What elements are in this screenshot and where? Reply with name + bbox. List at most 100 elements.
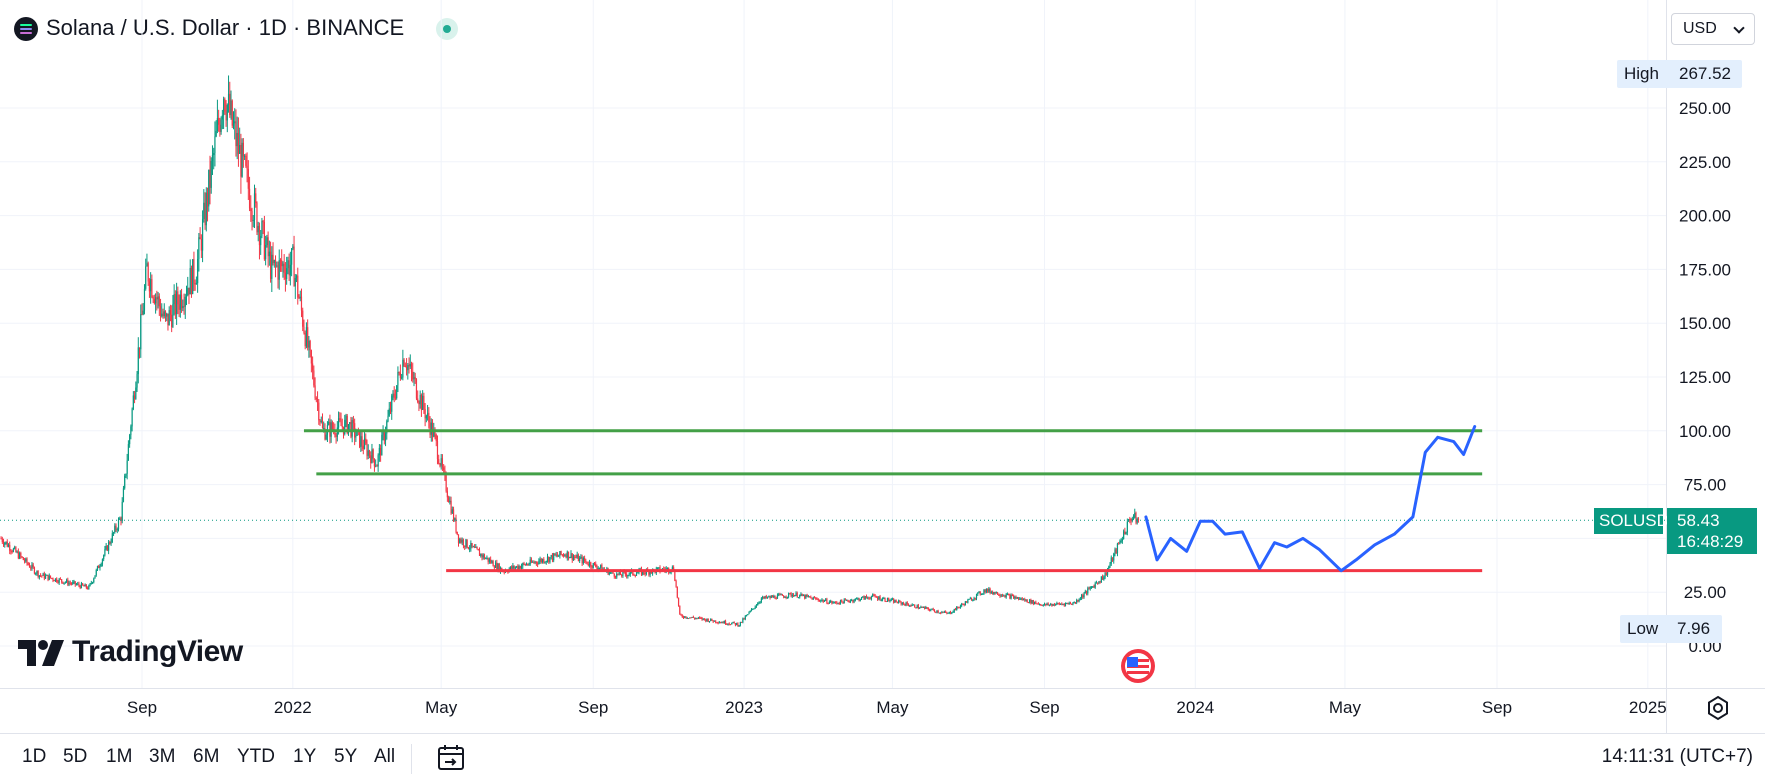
goto-date-icon[interactable] [436,743,466,773]
candle-body [567,551,570,559]
candle-body [917,605,920,609]
candle-body [1058,603,1060,605]
candle-body [414,377,416,380]
candle-body [9,544,11,551]
candle-body [476,546,478,550]
candle-body [22,557,24,561]
candle-body [711,618,713,621]
candle-body [700,617,702,619]
candle-body [938,612,941,614]
candle-body [101,559,104,565]
candle-body [486,557,488,559]
range-ytd-button[interactable]: YTD [237,746,275,768]
candle-body [303,326,305,333]
clock[interactable]: 14:11:31 (UTC+7) [1602,746,1753,768]
candle-body [644,573,646,575]
candle-body [783,595,785,598]
candle-body [485,558,487,560]
candle-body [288,260,290,276]
candle-body [352,420,355,424]
range-6m-button[interactable]: 6M [193,746,219,768]
candle-body [387,415,389,422]
grid [0,0,1765,733]
candle-body [227,93,230,105]
candle-body [585,561,587,563]
candle-body [786,596,788,598]
range-1m-button[interactable]: 1M [106,746,132,768]
candle-body [1032,600,1034,605]
candle-body [188,287,190,295]
candle-body [682,616,685,618]
us-flag-event-icon[interactable] [1120,648,1156,684]
candle-body [388,408,390,416]
candle-body [586,561,588,565]
candle-body [993,591,995,594]
candle-body [795,592,797,596]
candle-body [417,398,419,403]
candle-body [340,420,342,427]
candle-body [548,556,550,562]
candle-body [1066,602,1068,604]
candle-body [389,408,392,412]
price-tick-label: 200.00 [1679,207,1731,226]
candle-body [541,559,544,562]
candle-body [1009,594,1011,599]
price-tick-label: 125.00 [1679,368,1731,387]
range-5y-button[interactable]: 5Y [334,746,357,768]
candle-body [277,265,279,280]
candle-body [886,598,889,602]
price-tick-label: 175.00 [1679,260,1731,279]
candle-body [439,463,441,466]
candle-body [274,259,277,266]
candle-body [608,571,610,575]
candle-body [129,435,131,445]
candle-body [936,610,938,613]
candle-body [0,538,2,540]
candle-body [383,431,385,441]
candle-body [1051,604,1053,606]
range-1y-button[interactable]: 1Y [293,746,316,768]
candle-body [282,263,284,267]
candle-body [884,598,886,602]
candle-body [21,556,23,558]
candle-body [307,327,309,348]
range-3m-button[interactable]: 3M [149,746,175,768]
candle-body [335,434,337,437]
candle-body [52,578,54,581]
range-1d-button[interactable]: 1D [22,746,46,768]
candle-body [1040,604,1042,606]
candle-body [422,395,424,411]
candle-body [232,123,235,126]
candle-body [1087,588,1089,594]
candle-body [1110,557,1112,564]
candle-body [736,623,738,626]
time-tick-label: May [1329,698,1362,717]
range-5d-button[interactable]: 5D [63,746,87,768]
candle-body [1132,517,1135,519]
settings-icon[interactable] [1704,694,1732,722]
candle-body [1072,603,1074,605]
candle-body [4,542,6,545]
candle-body [286,268,288,279]
candle-body [482,554,484,558]
candle-body [300,296,303,311]
candle-body [968,598,970,600]
candle-body [860,597,863,600]
candle-body [154,297,157,304]
candle-body [529,559,531,565]
candle-body [150,279,152,292]
candle-body [579,557,581,562]
candle-body [787,592,790,597]
candle-body [815,597,817,599]
candle-body [592,562,594,568]
candle-body [218,118,220,125]
price-chart[interactable]: 0.0025.0050.0075.00100.00125.00150.00175… [0,0,1765,733]
candle-body [513,565,515,569]
candle-body [461,539,463,543]
candle-body [919,607,921,609]
range-all-button[interactable]: All [374,746,395,768]
candle-body [1077,600,1079,602]
candle-body [703,618,706,620]
candle-body [110,542,112,544]
candle-body [587,564,589,566]
